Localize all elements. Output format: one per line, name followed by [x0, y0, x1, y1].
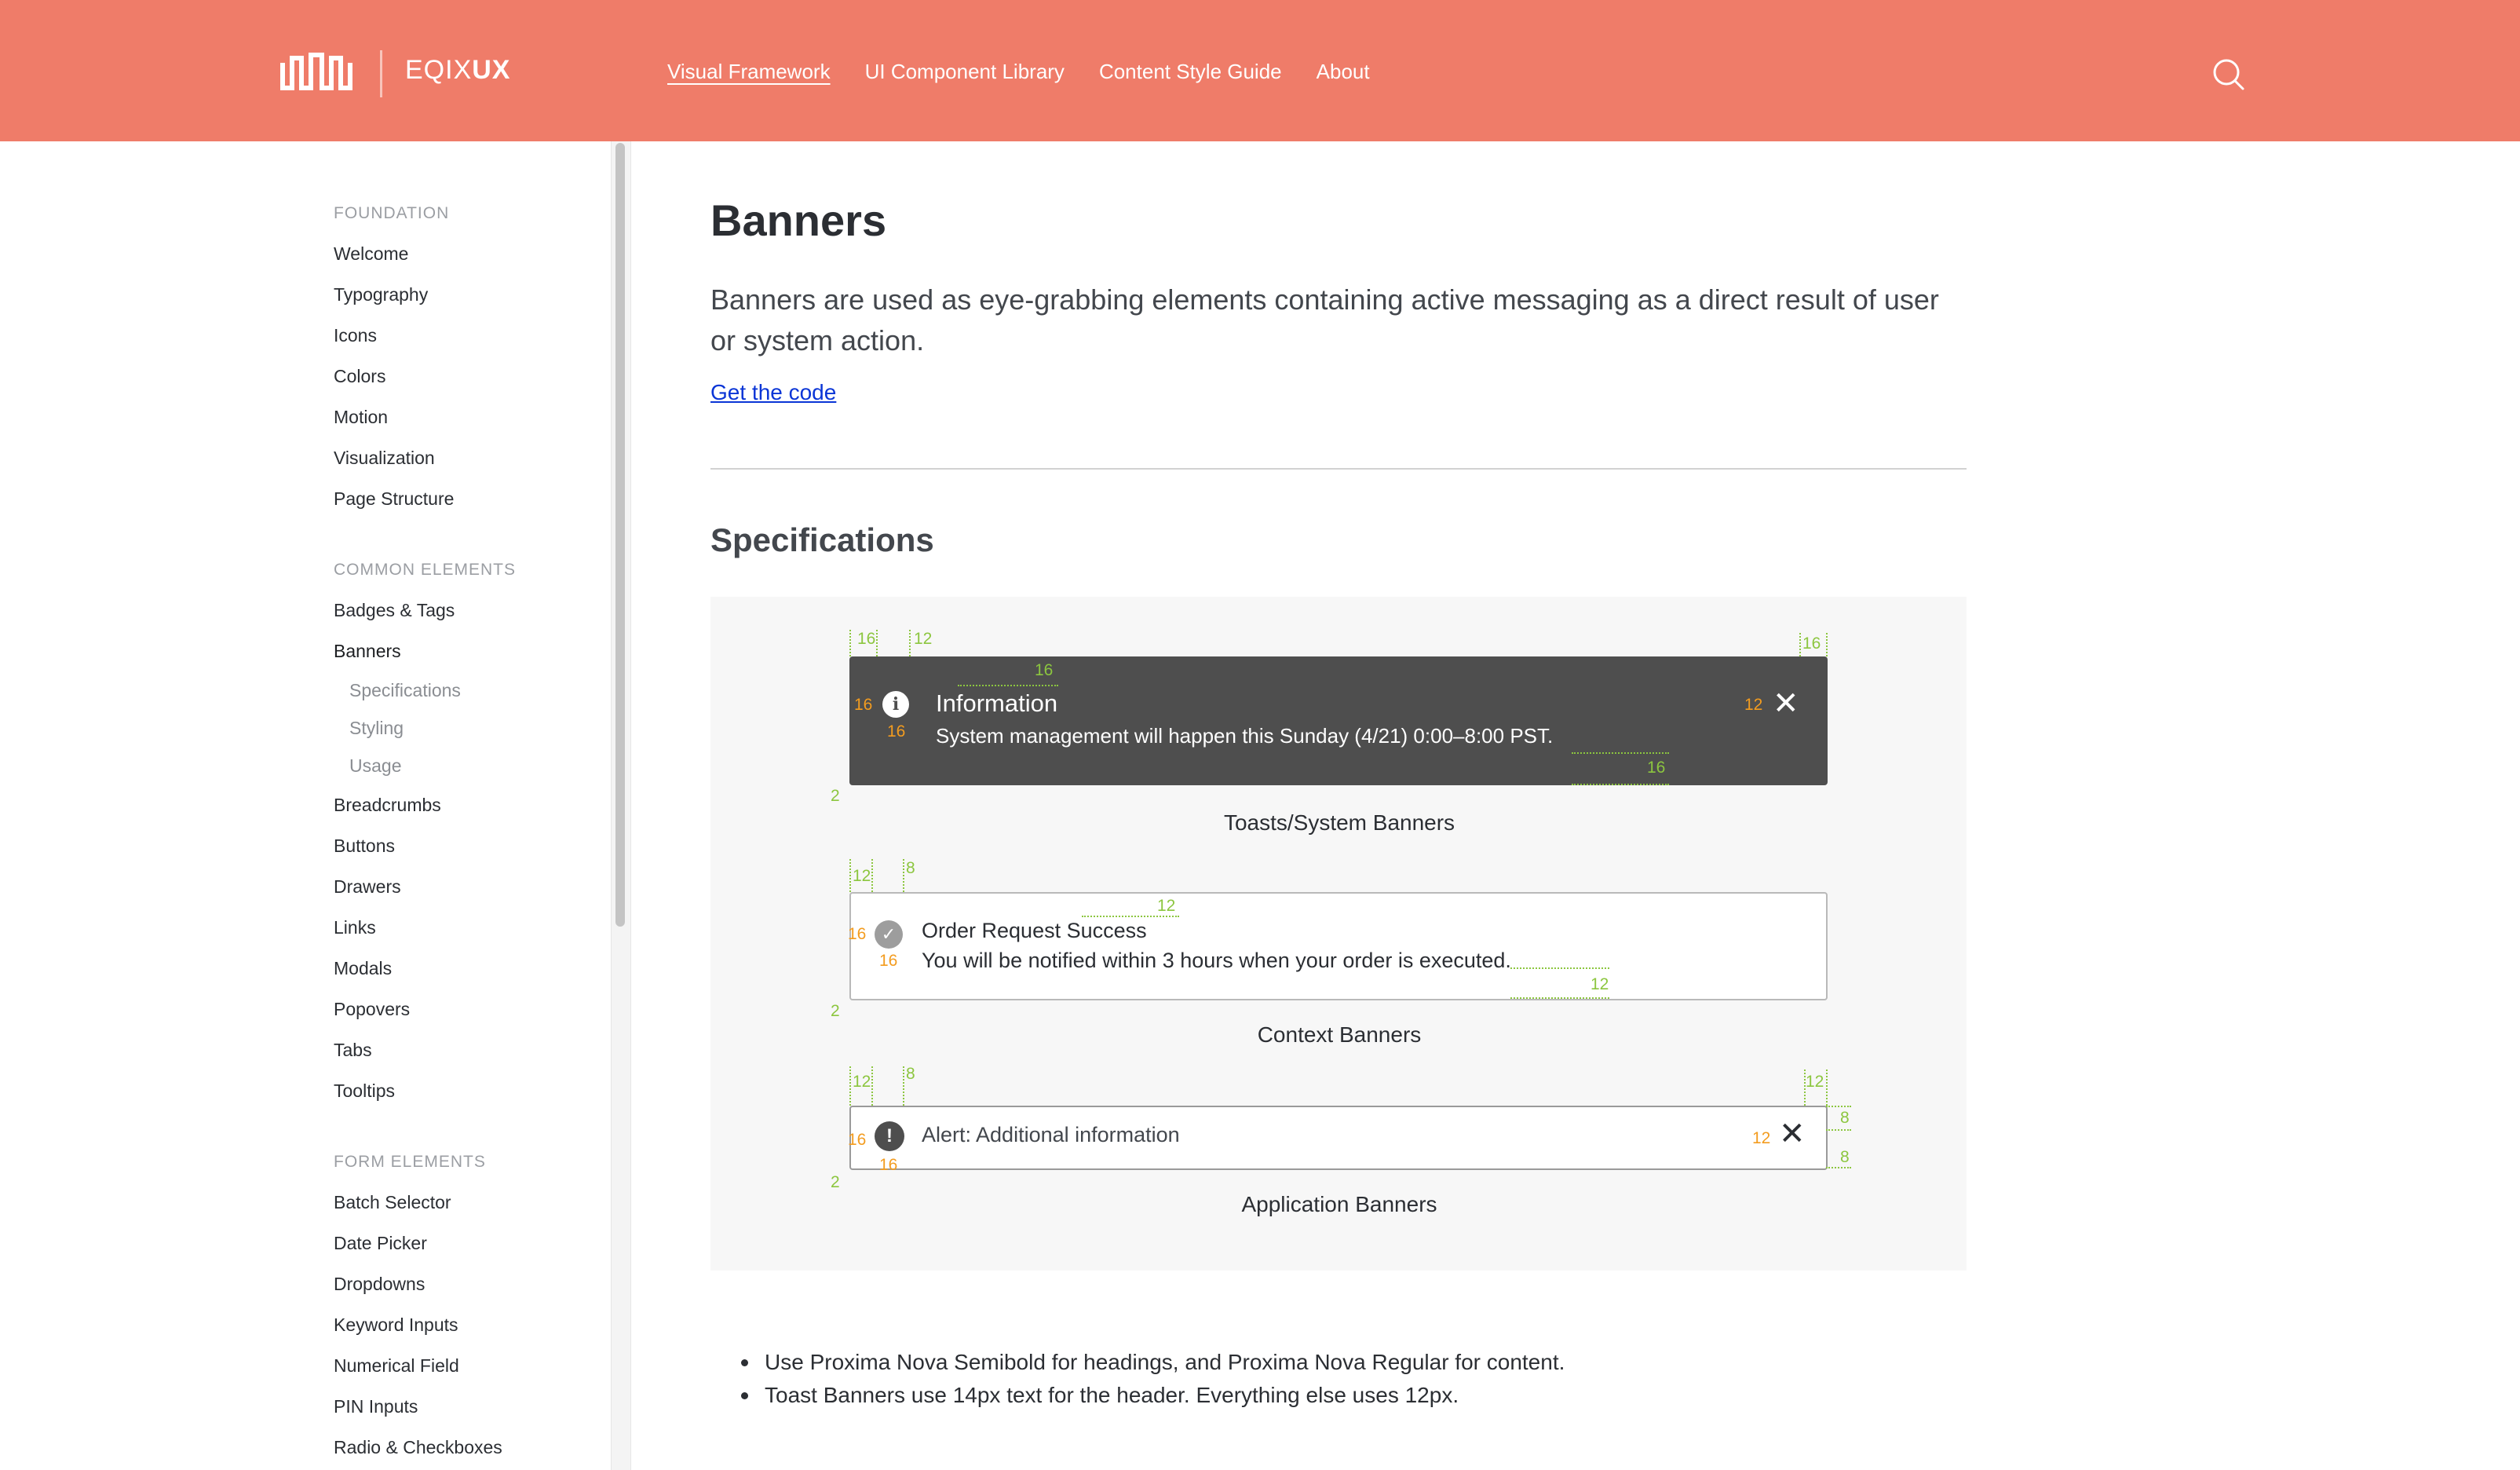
sidebar-item-popovers[interactable]: Popovers [334, 999, 410, 1020]
sidebar-section-form-elements: FORM ELEMENTS [334, 1153, 486, 1171]
spec-mark: 12 [853, 1073, 871, 1091]
top-navigation-bar: EQIXUX Visual Framework UI Component Lib… [0, 0, 2520, 141]
get-the-code-link[interactable]: Get the code [710, 380, 836, 405]
sidebar-item-typography[interactable]: Typography [334, 284, 428, 305]
nav-visual-framework[interactable]: Visual Framework [667, 60, 831, 84]
brand-bold: UX [472, 55, 511, 85]
nav-about[interactable]: About [1317, 60, 1370, 84]
spec-mark: 12 [853, 867, 871, 885]
sidebar-scrollbar-thumb[interactable] [615, 143, 625, 927]
toast-banner-caption: Toasts/System Banners [1223, 810, 1455, 835]
sidebar-item-buttons[interactable]: Buttons [334, 836, 395, 857]
sidebar-item-date-picker[interactable]: Date Picker [334, 1233, 427, 1254]
brand-light: EQIX [405, 55, 473, 85]
sidebar-subitem-styling[interactable]: Styling [349, 718, 404, 739]
context-banner-title: Order Request Success [922, 919, 1147, 942]
spec-mark: 8 [906, 1065, 915, 1083]
spec-mark: 8 [1840, 1109, 1850, 1127]
spec-mark: 16 [848, 925, 867, 943]
sidebar-item-banners[interactable]: Banners [334, 641, 401, 662]
spec-mark: 12 [914, 630, 933, 648]
close-icon[interactable]: ✕ [1773, 688, 1799, 719]
page-title: Banners [710, 196, 887, 245]
spec-mark: 12 [1744, 696, 1763, 714]
spec-mark: 12 [1157, 897, 1176, 915]
brand-wordmark[interactable]: EQIXUX [405, 55, 510, 86]
sidebar-section-foundation: FOUNDATION [334, 204, 450, 222]
sidebar-item-dropdowns[interactable]: Dropdowns [334, 1274, 425, 1295]
sidebar-item-keyword-inputs[interactable]: Keyword Inputs [334, 1315, 458, 1336]
spec-mark: 2 [831, 1173, 840, 1191]
alert-icon: ! [875, 1121, 904, 1151]
sidebar-item-drawers[interactable]: Drawers [334, 876, 401, 898]
section-divider [710, 468, 1967, 470]
spec-mark: 12 [1591, 975, 1609, 993]
close-icon[interactable]: ✕ [1779, 1118, 1806, 1150]
spec-mark: 16 [848, 1131, 867, 1149]
spec-mark: 16 [1647, 759, 1666, 777]
sidebar-subitem-usage[interactable]: Usage [349, 755, 401, 777]
sidebar-item-visualization[interactable]: Visualization [334, 448, 435, 469]
nav-content-style-guide[interactable]: Content Style Guide [1099, 60, 1282, 84]
spec-mark: 8 [906, 859, 915, 877]
sidebar-item-links[interactable]: Links [334, 917, 376, 938]
sidebar-item-welcome[interactable]: Welcome [334, 243, 408, 265]
specifications-heading: Specifications [710, 521, 934, 558]
sidebar-item-motion[interactable]: Motion [334, 407, 388, 428]
sidebar-subitem-specifications[interactable]: Specifications [349, 680, 461, 701]
sidebar-item-colors[interactable]: Colors [334, 366, 385, 387]
page-description: Banners are used as eye-grabbing element… [710, 283, 1939, 357]
sidebar [0, 141, 612, 1470]
spec-mark: 16 [879, 952, 898, 970]
toast-banner-message: System management will happen this Sunda… [936, 724, 1554, 748]
sidebar-item-batch-selector[interactable]: Batch Selector [334, 1192, 451, 1213]
spec-mark: 2 [831, 787, 840, 805]
sidebar-item-radio-checkboxes[interactable]: Radio & Checkboxes [334, 1437, 502, 1458]
search-icon[interactable] [2211, 57, 2245, 91]
sidebar-item-badges-tags[interactable]: Badges & Tags [334, 600, 455, 621]
sidebar-item-icons[interactable]: Icons [334, 325, 377, 346]
main-nav: Visual Framework UI Component Library Co… [667, 60, 1370, 84]
info-icon: i [882, 691, 909, 718]
sidebar-item-tooltips[interactable]: Tooltips [334, 1081, 395, 1102]
spec-mark: 12 [1752, 1129, 1771, 1147]
application-banner-example: ! Alert: Additional information ✕ [849, 1106, 1828, 1170]
toast-banner-title: Information [936, 689, 1058, 717]
spec-mark: 16 [1035, 661, 1054, 679]
sidebar-item-page-structure[interactable]: Page Structure [334, 488, 454, 510]
nav-ui-component-library[interactable]: UI Component Library [865, 60, 1065, 84]
sidebar-section-common-elements: COMMON ELEMENTS [334, 561, 517, 579]
checkmark-icon: ✓ [875, 920, 903, 949]
context-banner-caption: Context Banners [1257, 1022, 1422, 1047]
context-banner-example: ✓ Order Request Success You will be noti… [849, 892, 1828, 1000]
spec-mark: 16 [1802, 634, 1821, 653]
sidebar-item-pin-inputs[interactable]: PIN Inputs [334, 1396, 418, 1417]
spec-mark: 16 [857, 630, 876, 648]
spec-mark: 16 [854, 696, 873, 714]
toast-banner-example: i Information System management will hap… [849, 656, 1828, 785]
spec-mark: 16 [887, 722, 906, 740]
context-banner-message: You will be notified within 3 hours when… [922, 949, 1511, 972]
equinix-logo-icon[interactable] [279, 52, 353, 96]
list-item: Use Proxima Nova Semibold for headings, … [738, 1346, 1565, 1379]
application-banner-caption: Application Banners [1241, 1192, 1437, 1216]
application-banner-label: Alert: Additional information [922, 1123, 1180, 1146]
sidebar-item-numerical-field[interactable]: Numerical Field [334, 1355, 459, 1377]
spec-mark: 2 [831, 1002, 840, 1020]
sidebar-item-tabs[interactable]: Tabs [334, 1040, 372, 1061]
spec-mark: 16 [879, 1156, 898, 1174]
list-item: Toast Banners use 14px text for the head… [738, 1379, 1565, 1412]
logo-divider [380, 50, 382, 97]
sidebar-item-modals[interactable]: Modals [334, 958, 392, 979]
spec-notes-list: Use Proxima Nova Semibold for headings, … [738, 1346, 1565, 1412]
spec-mark: 12 [1806, 1073, 1824, 1091]
spec-mark: 8 [1840, 1148, 1850, 1166]
sidebar-item-breadcrumbs[interactable]: Breadcrumbs [334, 795, 441, 816]
